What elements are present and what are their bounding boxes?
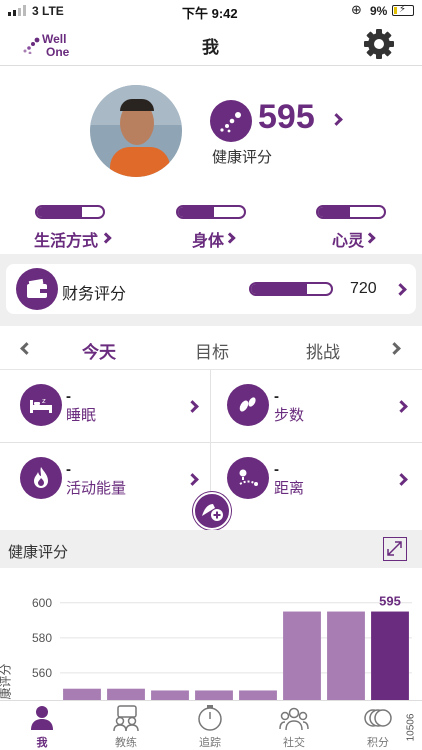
nav-label-social: 社交 [283,737,305,749]
metric-steps[interactable]: - 步数 [211,370,422,442]
nav-label-track: 追踪 [199,737,221,749]
chart-section-title: 健康评分 [8,544,69,561]
nav-label-coach: 教练 [115,737,137,749]
tab-goals[interactable]: 目标 [195,338,229,363]
battery-icon: ⚡ [392,4,414,16]
footprints-icon [227,384,269,426]
coach-icon [113,705,139,732]
next-arrow-icon[interactable] [388,342,401,355]
stopwatch-icon [198,705,222,731]
person-icon [31,706,53,730]
nav-me[interactable] [0,704,84,735]
chevron-right-icon [364,232,376,244]
settings-gear-icon[interactable] [362,27,396,61]
chart-bar [239,690,277,700]
mind-progress-bar [316,205,386,219]
chart-y-tick-label: 560 [32,666,52,680]
route-icon [227,457,269,499]
metric-value: - [66,388,71,405]
chart-bar [107,688,145,700]
category-mind[interactable]: 心灵 [312,205,392,250]
metric-value: - [274,388,279,405]
coins-icon [364,709,392,727]
finance-value: 720 [350,280,377,297]
app-header: Well One 我 [0,22,422,66]
category-body[interactable]: 身体 [172,205,252,250]
chevron-right-icon [186,400,199,413]
rotation-lock-icon: ⊕ [351,2,362,17]
chevron-right-icon [186,473,199,486]
chart-svg: 600580560540595 [32,594,412,700]
group-icon [279,707,309,731]
metric-label: 活动能量 [66,480,127,497]
health-score-icon [210,100,252,142]
nav-coach[interactable] [84,704,168,737]
chevron-right-icon [224,232,236,244]
health-score-chevron-icon [330,113,343,126]
finance-label: 财务评分 [62,286,127,303]
status-bar: 3 LTE 下午 9:42 ⊕ 9% ⚡ [0,0,422,22]
metric-active-energy[interactable]: - 活动能量 [0,443,210,515]
logo-dots-icon [23,37,40,54]
chart-bar [63,688,101,700]
tab-bar: 今天 目标 挑战 [0,326,422,370]
chart-bar [195,690,233,700]
finance-progress-bar [249,282,333,296]
nav-label-me: 我 [36,737,48,749]
avatar[interactable] [90,85,182,177]
wellone-logo: Well One [22,30,82,60]
carrier-text: 3 LTE [32,4,64,18]
metric-value: - [274,461,279,478]
signal-icon [8,5,30,16]
metric-sleep[interactable]: z - 睡眠 [0,370,210,442]
lifestyle-progress-bar [35,205,105,219]
add-activity-button[interactable] [193,492,231,530]
metric-distance[interactable]: - 距离 [211,443,422,515]
chart-y-tick-label: 600 [32,596,52,610]
health-score-value: 595 [258,98,315,136]
chart-ylabel: 健康评分 [0,663,13,700]
category-lifestyle[interactable]: 生活方式 [30,205,120,250]
chart-bar [151,690,189,700]
status-time: 下午 9:42 [182,6,238,21]
logo-line2: One [46,45,70,59]
chart-bar [283,611,321,700]
chevron-right-icon [100,232,112,244]
logo-line1: Well [42,32,67,46]
side-build-number: 10506 [405,713,417,742]
metric-label: 步数 [274,407,305,424]
bed-icon: z [20,384,62,426]
health-score-button[interactable]: 595 健康评分 [210,98,360,168]
add-shoe-icon [202,504,223,521]
svg-text:z: z [42,397,46,405]
nav-social[interactable] [252,704,336,737]
chart-y-tick-label: 580 [32,631,52,645]
finance-chevron-icon [394,283,407,296]
chevron-right-icon [395,400,408,413]
category-label: 身体 [192,233,225,250]
category-label: 心灵 [332,233,365,250]
body-progress-bar [176,205,246,219]
expand-icon[interactable] [383,537,407,561]
nav-track[interactable] [168,704,252,737]
chart-bar [371,611,409,700]
health-score-label: 健康评分 [212,149,273,166]
metric-value: - [66,461,71,478]
tab-challenges[interactable]: 挑战 [306,338,340,363]
category-label: 生活方式 [34,233,99,250]
finance-score-card[interactable]: 财务评分 720 [6,264,416,314]
page-title: 我 [202,38,219,57]
flame-icon [20,457,62,499]
battery-percent: 9% [370,4,388,18]
chart-bar [327,611,365,700]
wallet-icon [16,268,58,310]
prev-arrow-icon[interactable] [20,342,33,355]
chevron-right-icon [395,473,408,486]
metric-label: 睡眠 [66,407,97,424]
tab-today[interactable]: 今天 [82,338,116,363]
health-score-chart: 600580560540595 健康评分 [0,568,422,700]
chart-data-label: 595 [379,594,401,609]
metric-label: 距离 [274,480,305,497]
